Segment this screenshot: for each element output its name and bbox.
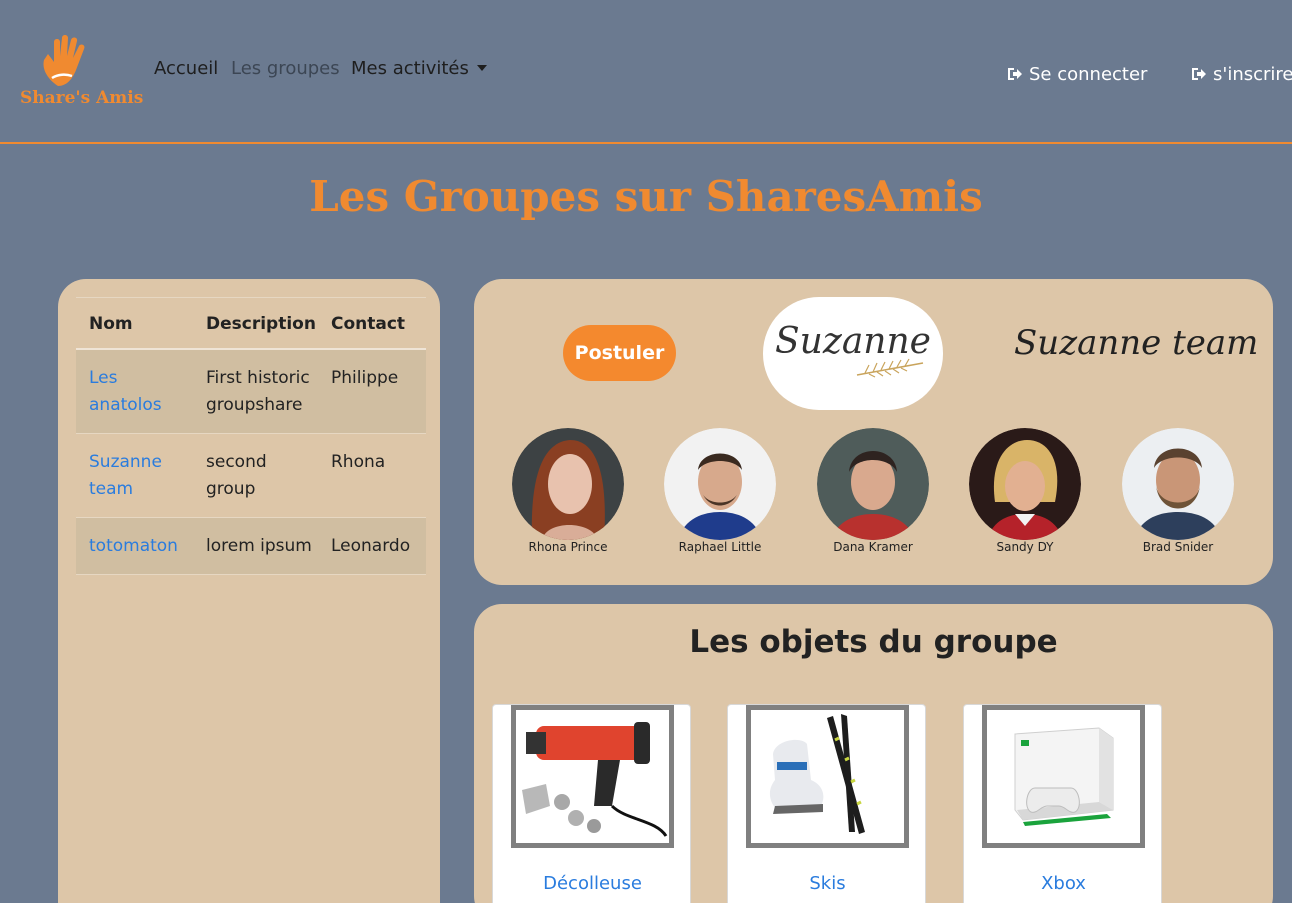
group-name-link[interactable]: Les anatolos [76, 349, 193, 434]
brand-logo[interactable]: Share's Amis [18, 34, 143, 110]
login-link[interactable]: Se connecter [1007, 64, 1147, 85]
object-link[interactable]: Xbox [964, 873, 1163, 894]
member-name: Brad Snider [1142, 540, 1214, 554]
object-card[interactable]: Skis [727, 704, 926, 903]
sign-in-icon [1008, 68, 1022, 80]
group-contact: Philippe [318, 349, 426, 434]
object-link[interactable]: Décolleuse [493, 873, 692, 894]
avatar [969, 428, 1081, 540]
avatar [664, 428, 776, 540]
nav-home-link[interactable]: Accueil [154, 58, 218, 79]
nav-activities-dropdown[interactable]: Mes activités [351, 58, 487, 79]
objects-title: Les objets du groupe [689, 624, 1058, 660]
register-label: s'inscrire [1213, 64, 1292, 85]
avatar [817, 428, 929, 540]
member-name: Raphael Little [678, 540, 762, 554]
header-name: Nom [76, 297, 193, 350]
member-card[interactable]: Rhona Prince [498, 428, 638, 554]
group-name-link[interactable]: totomaton [76, 517, 193, 575]
brand-name: Share's Amis [20, 88, 144, 108]
member-name: Dana Kramer [833, 540, 913, 554]
header-contact: Contact [318, 297, 426, 350]
member-name: Sandy DY [996, 540, 1054, 554]
group-logo-text: Suzanne [775, 321, 931, 362]
nav-groups-link[interactable]: Les groupes [231, 58, 340, 79]
object-image [746, 705, 909, 848]
member-card[interactable]: Raphael Little [650, 428, 790, 554]
table-row: Les anatolos First historic groupshare P… [76, 349, 426, 434]
group-description: First historic groupshare [193, 349, 318, 434]
table-header-row: Nom Description Contact [76, 297, 426, 350]
hand-logo-icon [43, 35, 85, 86]
groups-table: Nom Description Contact Les anatolos Fir… [76, 297, 426, 575]
nav-activities-label: Mes activités [351, 58, 469, 79]
table-row: Suzanne team second group Rhona [76, 433, 426, 518]
caret-down-icon [476, 65, 487, 71]
group-name-link[interactable]: Suzanne team [76, 433, 193, 518]
sign-in-icon [1192, 68, 1206, 80]
object-card[interactable]: Xbox [963, 704, 1162, 903]
member-name: Rhona Prince [528, 540, 608, 554]
register-link[interactable]: s'inscrire [1191, 64, 1292, 85]
member-card[interactable]: Sandy DY [955, 428, 1095, 554]
member-card[interactable]: Brad Snider [1108, 428, 1248, 554]
group-description: lorem ipsum [193, 517, 318, 575]
group-logo: Suzanne [763, 297, 943, 410]
login-label: Se connecter [1029, 64, 1148, 85]
object-image [982, 705, 1145, 848]
leaf-icon [856, 358, 924, 378]
avatar [512, 428, 624, 540]
object-link[interactable]: Skis [728, 873, 927, 894]
navbar: Share's Amis Accueil Les groupes Mes act… [0, 0, 1292, 144]
team-name: Suzanne team [1014, 323, 1259, 363]
group-contact: Rhona [318, 433, 426, 518]
page-title: Les Groupes sur SharesAmis [309, 172, 983, 221]
group-objects-panel: Les objets du groupe Décolleuse Skis Xbo… [474, 604, 1273, 903]
xbox-image [1014, 727, 1114, 826]
object-image [511, 705, 674, 848]
heat-gun-image [522, 722, 668, 837]
group-description: second group [193, 433, 318, 518]
skis-image [769, 714, 865, 834]
group-contact: Leonardo [318, 517, 426, 575]
header-description: Description [193, 297, 318, 350]
avatar [1122, 428, 1234, 540]
group-detail-panel: Postuler Suzanne Suzanne team Rhona Prin… [474, 279, 1273, 585]
member-card[interactable]: Dana Kramer [803, 428, 943, 554]
table-row: totomaton lorem ipsum Leonardo [76, 517, 426, 575]
groups-list-panel: Nom Description Contact Les anatolos Fir… [58, 279, 440, 903]
apply-button[interactable]: Postuler [563, 325, 676, 381]
object-card[interactable]: Décolleuse [492, 704, 691, 903]
